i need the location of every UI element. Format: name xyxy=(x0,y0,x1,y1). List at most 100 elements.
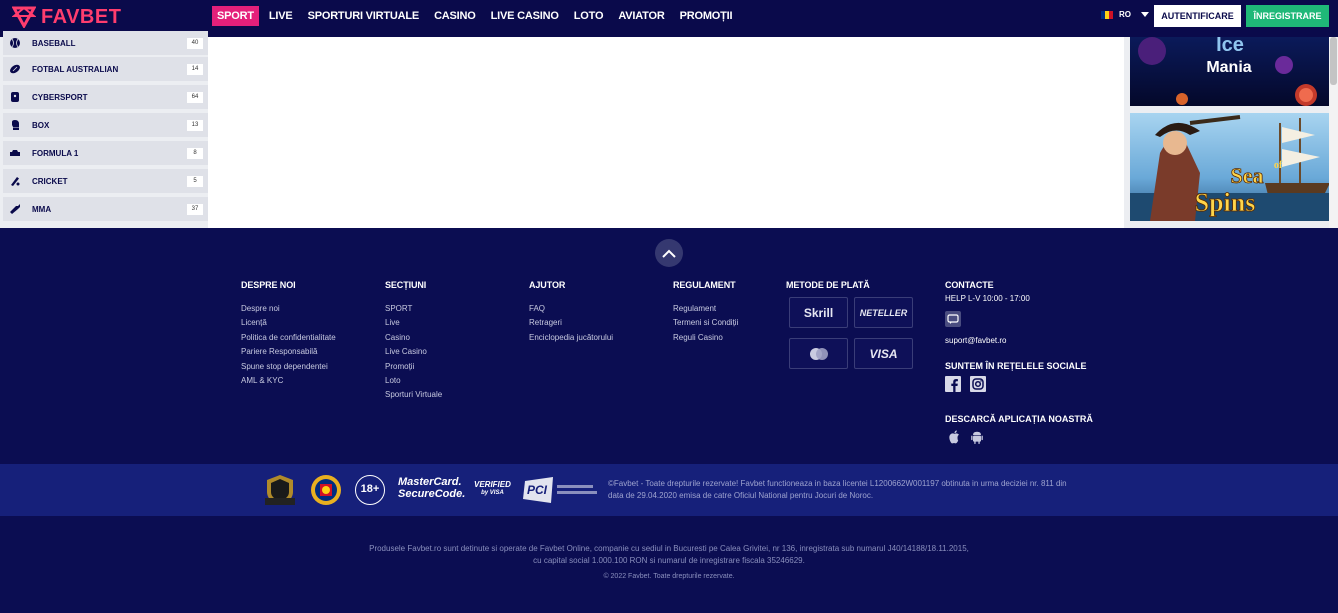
event-count-badge: 14 xyxy=(187,63,203,75)
footer-link-politica[interactable]: Politica de confidentialitate xyxy=(241,331,336,345)
footer-link-live[interactable]: Live xyxy=(385,316,442,330)
promo-title-line2: of xyxy=(1274,160,1283,171)
footer-link-sport[interactable]: SPORT xyxy=(385,302,442,316)
event-count-badge: 64 xyxy=(187,91,203,103)
nav-loto[interactable]: LOTO xyxy=(569,6,609,26)
footer-link-loto[interactable]: Loto xyxy=(385,374,442,388)
language-code: RO xyxy=(1119,10,1131,19)
sidebar-item-label: BASEBALL xyxy=(32,38,76,48)
event-count-badge: 37 xyxy=(187,203,203,215)
footer-column-title: AJUTOR xyxy=(529,280,566,290)
sidebar-item-cricket[interactable]: CRICKET 5 xyxy=(3,169,208,193)
boxing-glove-icon xyxy=(12,120,19,130)
visa-logo: VISA xyxy=(869,346,898,361)
instagram-icon[interactable] xyxy=(970,376,986,392)
footer-link-faq[interactable]: FAQ xyxy=(529,302,613,316)
chevron-down-icon xyxy=(1141,12,1149,17)
verified-by-visa-badge: VERIFIED by VISA xyxy=(474,480,511,498)
scroll-to-top-button[interactable] xyxy=(655,239,683,267)
social-title: SUNTEM ÎN REȚELELE SOCIALE xyxy=(945,361,1087,371)
nav-live-casino[interactable]: LIVE CASINO xyxy=(486,6,564,26)
payment-neteller: NETELLER xyxy=(854,297,913,328)
apple-icon[interactable] xyxy=(946,429,962,445)
footer-link-licenta[interactable]: Licență xyxy=(241,316,336,330)
footer-column-title: REGULAMENT xyxy=(673,280,736,290)
facebook-icon[interactable] xyxy=(945,376,961,392)
footer-link-aml-kyc[interactable]: AML & KYC xyxy=(241,374,336,388)
footer-link-live-casino[interactable]: Live Casino xyxy=(385,345,442,359)
payment-skrill: Skrill xyxy=(789,297,848,328)
footer-column-regulament: REGULAMENT Regulament Termeni si Condiți… xyxy=(673,280,738,345)
language-selector[interactable]: RO xyxy=(1101,10,1149,19)
support-email[interactable]: suport@favbet.ro xyxy=(945,336,1006,345)
footer-column-title: DESPRE NOI xyxy=(241,280,296,290)
content-area xyxy=(208,37,1124,228)
favbet-logo[interactable]: FAVBET xyxy=(12,5,121,29)
sidebar-item-label: CYBERSPORT xyxy=(32,92,88,102)
register-button[interactable]: ÎNREGISTRARE xyxy=(1246,5,1329,27)
event-count-badge: 8 xyxy=(187,147,203,159)
footer-link-despre-noi[interactable]: Despre noi xyxy=(241,302,336,316)
chat-icon[interactable] xyxy=(945,311,961,327)
app-download-title: DESCARCĂ APLICAȚIA NOASTRĂ xyxy=(945,414,1093,424)
nav-sport[interactable]: SPORT xyxy=(212,6,259,26)
footer-link-stop-dependentei[interactable]: Spune stop dependentei xyxy=(241,360,336,374)
ice-mania-banner-image: Ice Mania xyxy=(1130,37,1331,106)
copyright-text: © 2022 Favbet. Toate drepturile rezervat… xyxy=(603,573,735,580)
visa-line2: by VISA xyxy=(481,490,504,496)
pci-security-badge: PCI xyxy=(523,477,597,503)
footer-link-termeni[interactable]: Termeni si Condiții xyxy=(673,316,738,330)
sidebar-item-fotbal-australian[interactable]: FOTBAL AUSTRALIAN 14 xyxy=(3,57,208,81)
license-text: ©Favbet - Toate drepturile rezervate! Fa… xyxy=(608,479,1067,500)
login-button[interactable]: AUTENTIFICARE xyxy=(1154,5,1241,27)
mastercard-logo-icon xyxy=(809,347,828,360)
promo-title-line3: Spins xyxy=(1195,188,1256,217)
footer-link-promotii[interactable]: Promoții xyxy=(385,360,442,374)
nav-promotii[interactable]: PROMOȚII xyxy=(675,6,738,26)
sidebar-item-formula-1[interactable]: FORMULA 1 8 xyxy=(3,141,208,165)
neteller-logo: NETELLER xyxy=(859,307,908,318)
sidebar-item-box[interactable]: BOX 13 xyxy=(3,113,208,137)
logo-mark-icon xyxy=(12,6,36,28)
footer-link-retrageri[interactable]: Retrageri xyxy=(529,316,613,330)
nav-sporturi-virtuale[interactable]: SPORTURI VIRTUALE xyxy=(303,6,425,26)
footer-link-regulament[interactable]: Regulament xyxy=(673,302,738,316)
chevron-up-icon xyxy=(662,249,676,258)
footer-link-casino[interactable]: Casino xyxy=(385,331,442,345)
sidebar-item-label: FOTBAL AUSTRALIAN xyxy=(32,64,119,74)
promo-sea-of-spins[interactable]: Sea of Spins xyxy=(1130,113,1331,221)
company-line-1: Produsele Favbet.ro sunt detinute si ope… xyxy=(369,544,969,553)
footer-column-title: METODE DE PLATĂ xyxy=(786,280,870,290)
promo-title-line1: Sea xyxy=(1231,163,1264,188)
sidebar-item-mma[interactable]: MMA 37 xyxy=(3,197,208,221)
footer-column-sectiuni: SECȚIUNI SPORT Live Casino Live Casino P… xyxy=(385,280,442,403)
vertical-scrollbar[interactable] xyxy=(1329,37,1338,228)
promo-ice-mania[interactable]: Ice Mania xyxy=(1130,37,1331,106)
event-count-badge: 40 xyxy=(187,37,203,49)
main-nav: SPORT LIVE SPORTURI VIRTUALE CASINO LIVE… xyxy=(212,6,742,26)
footer-link-pariere[interactable]: Pariere Responsabilă xyxy=(241,345,336,359)
sidebar-item-cybersport[interactable]: CYBERSPORT 64 xyxy=(3,85,208,109)
sidebar-item-label: FORMULA 1 xyxy=(32,148,79,158)
sidebar-item-label: CRICKET xyxy=(32,176,68,186)
footer-column-ajutor: AJUTOR FAQ Retrageri Enciclopedia jucăto… xyxy=(529,280,613,345)
footer-link-reguli-casino[interactable]: Reguli Casino xyxy=(673,331,738,345)
footer-link-sporturi-virtuale[interactable]: Sporturi Virtuale xyxy=(385,388,442,402)
sidebar-item-label: BOX xyxy=(32,120,50,130)
baseball-icon xyxy=(10,38,20,48)
footer-column-title: CONTACTE xyxy=(945,280,994,290)
sea-of-spins-banner-image: Sea of Spins xyxy=(1130,113,1331,221)
sidebar-item-baseball[interactable]: BASEBALL 40 xyxy=(3,31,208,55)
mma-icon xyxy=(10,204,20,214)
nav-aviator[interactable]: AVIATOR xyxy=(613,6,669,26)
age-18-plus-badge: 18+ xyxy=(355,475,385,505)
race-car-icon xyxy=(10,150,20,156)
sidebar-item-label: MMA xyxy=(32,204,52,214)
scrollbar-thumb[interactable] xyxy=(1330,37,1337,85)
nav-live[interactable]: LIVE xyxy=(264,6,298,26)
android-icon[interactable] xyxy=(969,429,985,445)
footer-link-enciclopedia[interactable]: Enciclopedia jucătorului xyxy=(529,331,613,345)
nav-casino[interactable]: CASINO xyxy=(429,6,481,26)
gamepad-icon xyxy=(11,92,19,102)
mastercard-securecode-badge: MasterCard. SecureCode. xyxy=(398,476,465,500)
